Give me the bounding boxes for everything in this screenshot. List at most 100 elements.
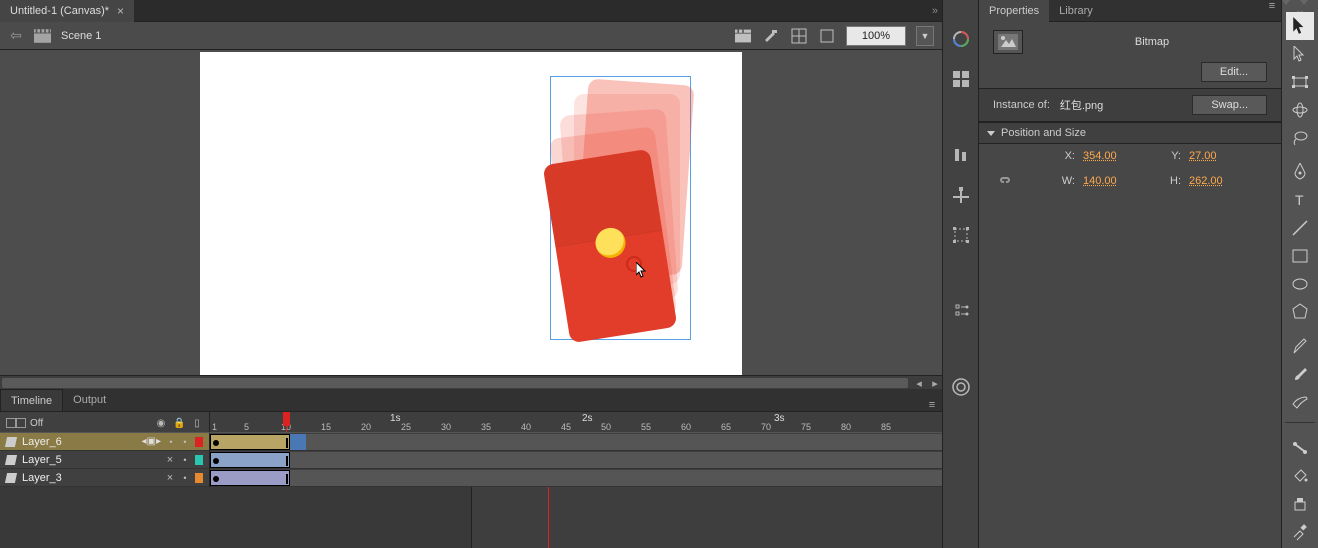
polystar-tool-icon[interactable]	[1286, 298, 1314, 326]
empty-frames[interactable]	[306, 434, 942, 450]
cc-libraries-icon[interactable]	[950, 376, 972, 398]
components-panel-icon[interactable]	[950, 300, 972, 322]
frame-number: 25	[401, 422, 411, 432]
lock-dot-icon[interactable]: •	[181, 437, 189, 447]
selection-tool-icon[interactable]	[1286, 12, 1314, 40]
pen-tool-icon[interactable]	[1286, 158, 1314, 186]
rectangle-tool-icon[interactable]	[1286, 242, 1314, 270]
frame-row[interactable]	[210, 451, 942, 469]
outline-color-swatch[interactable]	[195, 473, 203, 483]
frame-end-icon	[286, 456, 288, 466]
object-type-label: Bitmap	[1037, 36, 1267, 48]
visibility-dot-icon[interactable]: •	[167, 437, 175, 447]
link-wh-icon[interactable]	[993, 174, 1017, 188]
paint-bucket-tool-icon[interactable]	[1286, 462, 1314, 490]
ink-bottle-tool-icon[interactable]	[1286, 490, 1314, 518]
frame-number: 1	[212, 422, 217, 432]
info-panel-icon[interactable]	[950, 184, 972, 206]
instance-of-label: Instance of:	[993, 99, 1050, 111]
layer-row[interactable]: Layer_5 × •	[0, 451, 209, 469]
color-panel-icon[interactable]	[950, 28, 972, 50]
tab-output[interactable]: Output	[63, 389, 116, 411]
panel-menu-icon[interactable]: ≡	[922, 399, 942, 411]
pencil-tool-icon[interactable]	[1286, 332, 1314, 360]
collapsed-dock	[942, 0, 979, 548]
horizontal-scrollbar[interactable]: ◂ ▸	[0, 375, 942, 389]
tween-span[interactable]	[210, 452, 290, 468]
paint-options-icon[interactable]	[762, 27, 780, 45]
y-value[interactable]: 27.00	[1181, 150, 1231, 162]
text-tool-icon[interactable]: T	[1286, 186, 1314, 214]
brush-tool-icon[interactable]	[1286, 360, 1314, 388]
scroll-left-icon[interactable]: ◂	[912, 376, 926, 390]
layer-row[interactable]: Layer_3 × •	[0, 469, 209, 487]
visibility-off-icon[interactable]: ×	[165, 454, 175, 466]
keyframe-icon[interactable]	[213, 458, 219, 464]
eyedropper-tool-icon[interactable]	[1286, 518, 1314, 546]
y-label: Y:	[1125, 150, 1181, 162]
zoom-input[interactable]: 100%	[846, 26, 906, 46]
tween-span[interactable]	[210, 434, 290, 450]
keyframe-icon[interactable]	[213, 440, 219, 446]
paint-brush-tool-icon[interactable]	[1286, 388, 1314, 416]
oval-tool-icon[interactable]	[1286, 270, 1314, 298]
layer-mini-controls[interactable]: ◂▣▸	[142, 436, 162, 447]
stage[interactable]	[200, 52, 742, 375]
selected-frames[interactable]	[290, 434, 306, 450]
visibility-off-icon[interactable]: ×	[165, 472, 175, 484]
onion-skin-toggle[interactable]: Off	[6, 418, 43, 429]
tab-overflow-icon[interactable]: »	[932, 5, 938, 17]
zoom-dropdown[interactable]: ▼	[916, 26, 934, 46]
x-value[interactable]: 354.00	[1075, 150, 1125, 162]
h-value[interactable]: 262.00	[1181, 175, 1231, 187]
tween-span[interactable]	[210, 470, 290, 486]
tab-timeline[interactable]: Timeline	[0, 389, 63, 411]
transform-panel-icon[interactable]	[950, 224, 972, 246]
frame-number: 20	[361, 422, 371, 432]
center-stage-icon[interactable]	[790, 27, 808, 45]
playhead[interactable]	[283, 412, 290, 426]
scene-name[interactable]: Scene 1	[61, 30, 101, 42]
document-tab[interactable]: Untitled-1 (Canvas)* ×	[0, 0, 134, 22]
close-icon[interactable]: ×	[117, 4, 124, 18]
3d-rotation-tool-icon[interactable]	[1286, 96, 1314, 124]
w-value[interactable]: 140.00	[1075, 175, 1125, 187]
outline-column-icon[interactable]: ▯	[191, 418, 203, 429]
outline-color-swatch[interactable]	[195, 437, 203, 447]
stage-area[interactable]	[0, 50, 942, 375]
bone-tool-icon[interactable]	[1286, 434, 1314, 462]
position-size-section-header[interactable]: Position and Size	[979, 122, 1281, 144]
lock-dot-icon[interactable]: •	[181, 455, 189, 465]
onion-label: Off	[30, 418, 43, 429]
outline-color-swatch[interactable]	[195, 455, 203, 465]
lasso-tool-icon[interactable]	[1286, 124, 1314, 152]
svg-text:T: T	[1295, 192, 1304, 208]
lock-dot-icon[interactable]: •	[181, 473, 189, 483]
empty-frames[interactable]	[290, 470, 942, 486]
edit-button[interactable]: Edit...	[1201, 62, 1267, 82]
subselection-tool-icon[interactable]	[1286, 40, 1314, 68]
layer-name[interactable]: Layer_6	[22, 436, 136, 448]
layer-name[interactable]: Layer_5	[22, 454, 159, 466]
visibility-column-icon[interactable]: ◉	[155, 418, 167, 429]
line-tool-icon[interactable]	[1286, 214, 1314, 242]
lock-column-icon[interactable]: 🔒	[173, 418, 185, 429]
h-label: H:	[1125, 175, 1181, 187]
empty-frames[interactable]	[290, 452, 942, 468]
swap-button[interactable]: Swap...	[1192, 95, 1267, 115]
scrollbar-thumb[interactable]	[2, 378, 908, 388]
frame-row[interactable]	[210, 469, 942, 487]
layer-name[interactable]: Layer_3	[22, 472, 159, 484]
back-icon[interactable]: ⇦	[8, 27, 24, 44]
keyframe-icon[interactable]	[213, 476, 219, 482]
clip-stage-icon[interactable]	[818, 27, 836, 45]
layer-row[interactable]: Layer_6 ◂▣▸ • •	[0, 433, 209, 451]
free-transform-tool-icon[interactable]	[1286, 68, 1314, 96]
cursor-icon	[636, 262, 648, 278]
align-panel-icon[interactable]	[950, 144, 972, 166]
frame-row[interactable]	[210, 433, 942, 451]
swatches-panel-icon[interactable]	[950, 68, 972, 90]
time-ruler[interactable]: 1s2s3s1510152025303540455055606570758085	[210, 412, 942, 432]
clip-options-icon[interactable]	[734, 27, 752, 45]
scroll-right-icon[interactable]: ▸	[928, 376, 942, 390]
